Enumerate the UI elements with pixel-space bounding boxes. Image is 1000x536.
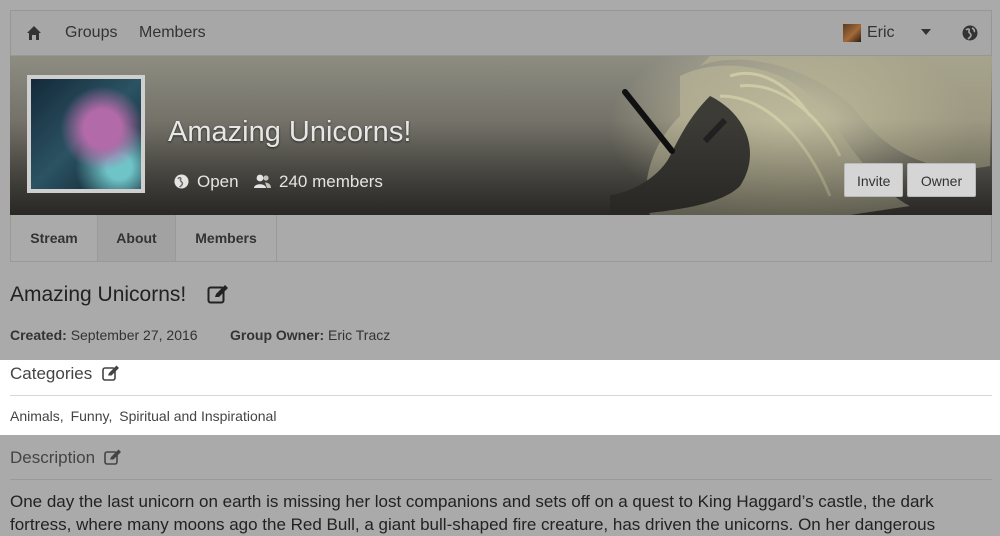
tab-members[interactable]: Members — [176, 215, 277, 261]
divider — [10, 395, 992, 396]
description-text: One day the last unicorn on earth is mis… — [10, 492, 936, 534]
group-member-count: 240 members — [279, 172, 383, 191]
user-avatar[interactable] — [843, 24, 861, 42]
edit-icon[interactable] — [102, 365, 120, 381]
group-tabs: Stream About Members — [10, 215, 992, 262]
owner-button[interactable]: Owner — [907, 163, 976, 197]
edit-icon[interactable] — [104, 449, 122, 465]
created-label: Created: — [10, 327, 67, 343]
group-owner-line: Group Owner: Eric Tracz — [230, 327, 390, 343]
group-privacy: Open — [197, 172, 239, 191]
category-item[interactable]: Animals, — [10, 408, 64, 424]
tab-about[interactable]: About — [98, 215, 176, 261]
created-line: Created: September 27, 2016 — [10, 327, 198, 343]
category-list: Animals, Funny, Spiritual and Inspiratio… — [10, 408, 279, 424]
group-avatar — [27, 75, 145, 193]
group-title: Amazing Unicorns! — [168, 116, 412, 148]
description-heading: Description — [10, 448, 96, 467]
categories-heading: Categories — [10, 364, 93, 383]
globe-icon — [174, 174, 189, 189]
top-navbar: Groups Members Eric — [10, 10, 992, 56]
invite-button[interactable]: Invite — [844, 163, 903, 197]
edit-icon[interactable] — [207, 284, 229, 304]
users-icon — [254, 174, 271, 188]
category-item[interactable]: Funny, — [71, 408, 113, 424]
globe-icon[interactable] — [962, 25, 978, 41]
group-banner: Amazing Unicorns! Open 240 members Invit… — [10, 56, 992, 215]
caret-down-icon[interactable] — [921, 29, 931, 35]
group-owner-label: Group Owner: — [230, 327, 325, 343]
nav-members-link[interactable]: Members — [139, 24, 206, 42]
home-icon[interactable] — [26, 25, 42, 41]
group-owner-value: Eric Tracz — [328, 327, 391, 343]
divider — [10, 479, 992, 480]
tab-stream[interactable]: Stream — [11, 215, 98, 261]
category-item[interactable]: Spiritual and Inspirational — [119, 408, 276, 424]
created-value: September 27, 2016 — [70, 327, 198, 343]
about-title: Amazing Unicorns! — [10, 283, 187, 306]
nav-groups-link[interactable]: Groups — [65, 24, 117, 42]
user-name[interactable]: Eric — [867, 24, 895, 42]
